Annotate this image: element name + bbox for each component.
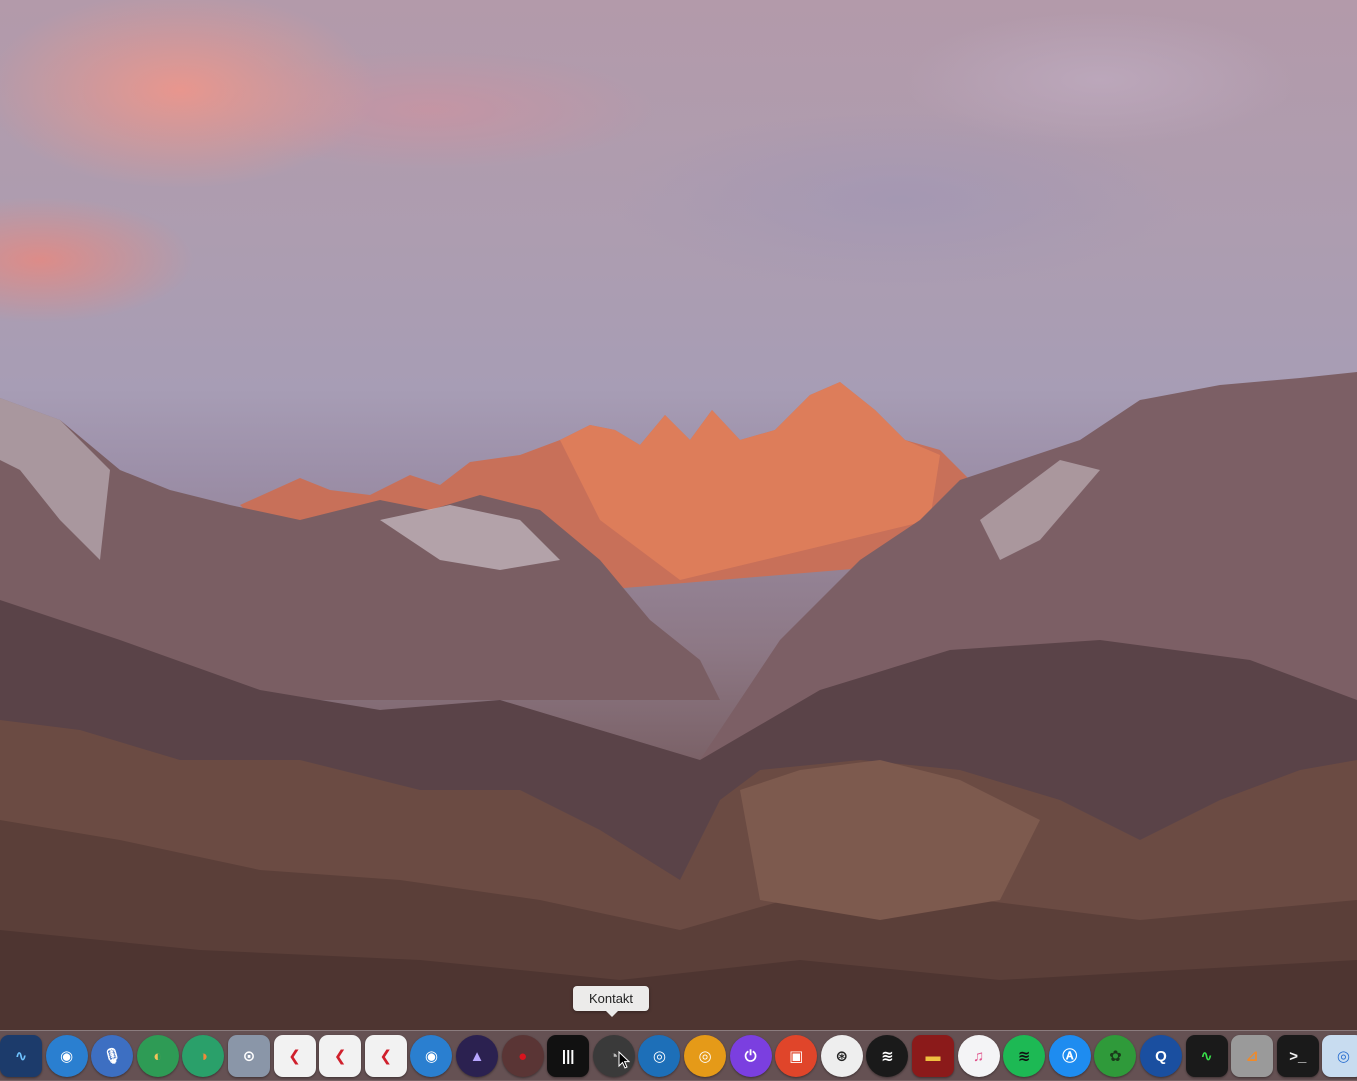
dock-item-cherry[interactable]: ● [501,1035,544,1077]
dock-item-cue-app[interactable]: ⊛ [820,1035,863,1077]
preview-icon: ◎ [1336,1047,1350,1065]
dock-item-itunes[interactable]: ♫ [957,1035,1000,1077]
music-note-icon: ♫ [972,1047,985,1065]
dock-item-cubase-1[interactable]: ❮ [273,1035,316,1077]
dock-item-spotify[interactable]: ≋ [1003,1035,1046,1077]
swirl-icon: ◎ [698,1047,712,1065]
dock-item-app-green-2[interactable]: ◑ [182,1035,225,1077]
dock-item-instruments[interactable]: ⊿ [1231,1035,1274,1077]
dock-item-app-green-1[interactable]: ◐ [136,1035,179,1077]
dock-item-terminal[interactable]: >_ [1276,1035,1319,1077]
stop-icon: ▣ [789,1047,804,1065]
dock-item-power-app[interactable]: ⏻ [729,1035,772,1077]
dock-item-instrument[interactable]: ||| [547,1035,590,1077]
dock-item-preview[interactable]: ◎ [1322,1035,1357,1077]
waveform-icon: ∿ [14,1047,28,1065]
dock-tooltip-text: Kontakt [588,991,634,1006]
instruments-icon: ⊿ [1245,1047,1259,1065]
leaf-icon: ◐ [153,1047,163,1065]
cherry-icon: ● [518,1047,528,1065]
dock-item-podcast[interactable]: 🎙 [91,1035,134,1077]
spotify-icon: ≋ [1017,1047,1031,1065]
dock-item-app-blue-swirl[interactable]: ◎ [638,1035,681,1077]
stripes-icon: ≋ [881,1047,894,1065]
amp-icon: ▬ [925,1047,941,1065]
microphone-icon: 🎙 [102,1047,122,1065]
dock-item-pro-tools[interactable]: ▲ [456,1035,498,1077]
bars-icon: ||| [561,1047,575,1065]
dock-tooltip: Kontakt [573,986,649,1017]
terminal-icon: >_ [1289,1047,1307,1065]
dock-item-stripes-app[interactable]: ≋ [866,1035,909,1077]
dock-item-cubase-3[interactable]: ❮ [364,1035,407,1077]
desktop[interactable] [0,0,1357,1080]
power-icon: ⏻ [744,1047,757,1065]
dock-item-cubase-2[interactable]: ❮ [319,1035,362,1077]
eye-icon: ◉ [424,1047,438,1065]
mountain-wallpaper-art [0,372,1357,1080]
dock-item-app-store[interactable]: Ⓐ [1048,1035,1091,1077]
cubase-icon: ❮ [288,1047,301,1065]
leaf-icon: ◑ [198,1047,208,1065]
dock-item-app-orange-swirl[interactable]: ◎ [684,1035,726,1077]
dock-item-stop-app[interactable]: ▣ [775,1035,818,1077]
dock-item-eye-app-2[interactable]: ◉ [410,1035,453,1077]
quicktime-icon: Q [1155,1047,1167,1065]
dock-item-disk-utility[interactable]: ⊙ [228,1035,270,1077]
dock-item-amplitube[interactable]: ▬ [912,1035,954,1077]
gear-icon: ✿ [1109,1047,1122,1065]
mouse-cursor-icon [618,1051,630,1069]
dock-item-gear-app[interactable]: ✿ [1094,1035,1137,1077]
eye-icon: ◉ [60,1047,74,1065]
dock-item-audio-monitor[interactable]: ∿ [0,1035,42,1077]
dock-item-quicktime[interactable]: Q [1140,1035,1182,1077]
disk-icon: ⊙ [242,1047,256,1065]
dock: ∿ ◉ 🎙 ◐ ◑ ⊙ ❮ ❮ ❮ ◉ ▲ ● ||| ◔ ◎ ◎ ⏻ ▣ ⊛ ≋ ▬ ♫ ≋ Ⓐ ✿ Q ∿ ⊿ >_ ◎ [0,1030,1357,1081]
pro-tools-icon: ▲ [469,1047,485,1065]
cubase-icon: ❮ [379,1047,393,1065]
swirl-icon: ◎ [652,1047,666,1065]
dock-item-eye-app-1[interactable]: ◉ [45,1035,88,1077]
activity-monitor-icon: ∿ [1200,1047,1213,1065]
cubase-icon: ❮ [333,1047,347,1065]
cue-icon: ⊛ [835,1047,849,1065]
dock-item-activity-monitor[interactable]: ∿ [1185,1035,1228,1077]
app-store-icon: Ⓐ [1062,1047,1078,1065]
kontakt-icon: ◔ [609,1047,619,1065]
